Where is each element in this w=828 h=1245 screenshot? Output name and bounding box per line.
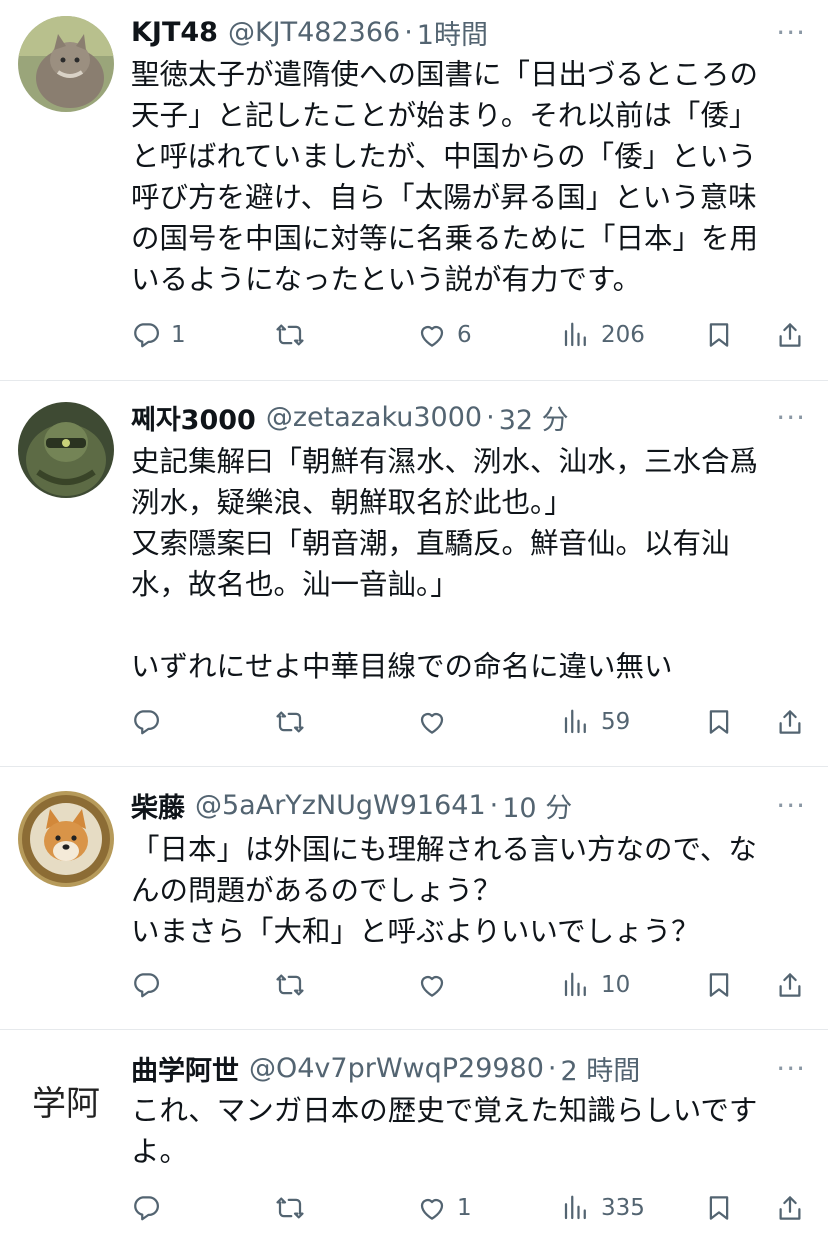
tweet-actions: 59 bbox=[0, 702, 828, 742]
repost-button[interactable] bbox=[275, 1188, 315, 1228]
share-icon bbox=[775, 1193, 805, 1223]
reply-button[interactable] bbox=[131, 965, 171, 1005]
timestamp[interactable]: 2 時間 bbox=[561, 1049, 641, 1088]
share-button[interactable] bbox=[775, 702, 805, 742]
repost-icon bbox=[275, 970, 305, 1000]
separator-dot: · bbox=[489, 789, 499, 821]
calligraphy-avatar[interactable]: 学阿 bbox=[18, 1052, 114, 1148]
display-name[interactable]: 쩨자3000 bbox=[131, 398, 256, 437]
reply-icon bbox=[131, 1193, 161, 1223]
view-count: 206 bbox=[601, 322, 645, 348]
tweet[interactable]: 学阿 曲学阿世 @O4v7prWwqP29980 · 2 時間 ··· これ、マ… bbox=[0, 1030, 828, 1245]
user-handle[interactable]: @5aArYzNUgW91641 bbox=[195, 790, 486, 821]
bookmark-icon bbox=[704, 1193, 734, 1223]
timestamp[interactable]: 32 分 bbox=[499, 398, 569, 437]
more-options-icon[interactable]: ··· bbox=[776, 399, 806, 435]
repost-icon bbox=[275, 1193, 305, 1223]
share-icon bbox=[775, 320, 805, 350]
heart-icon bbox=[417, 707, 447, 737]
tweet-text: 「日本」は外国にも理解される言い方なので、な んの問題があるのでしょう？ いまさ… bbox=[131, 833, 757, 948]
robot-avatar[interactable] bbox=[18, 402, 114, 498]
bookmark-icon bbox=[704, 970, 734, 1000]
repost-button[interactable] bbox=[275, 702, 315, 742]
heart-icon bbox=[417, 970, 447, 1000]
bar-chart-icon bbox=[561, 707, 591, 737]
repost-icon bbox=[275, 320, 305, 350]
like-button[interactable]: 1 bbox=[417, 1188, 472, 1228]
views-button[interactable]: 206 bbox=[561, 315, 645, 355]
heart-icon bbox=[417, 320, 447, 350]
bookmark-button[interactable] bbox=[704, 315, 734, 355]
repost-button[interactable] bbox=[275, 965, 315, 1005]
like-button[interactable] bbox=[417, 702, 457, 742]
reply-icon bbox=[131, 970, 161, 1000]
display-name[interactable]: 曲学阿世 bbox=[131, 1049, 239, 1088]
views-button[interactable]: 335 bbox=[561, 1188, 645, 1228]
tweet-text: これ、マンガ日本の歴史で覚えた知識らしいです よ。 bbox=[131, 1094, 758, 1168]
like-count: 6 bbox=[457, 322, 472, 348]
user-handle[interactable]: @KJT482366 bbox=[228, 17, 400, 48]
more-options-icon[interactable]: ··· bbox=[776, 1050, 806, 1086]
like-button[interactable] bbox=[417, 965, 457, 1005]
bar-chart-icon bbox=[561, 320, 591, 350]
reply-count: 1 bbox=[171, 322, 186, 348]
more-options-icon[interactable]: ··· bbox=[776, 787, 806, 823]
tweet-actions: 10 bbox=[0, 965, 828, 1005]
share-button[interactable] bbox=[775, 315, 805, 355]
bookmark-button[interactable] bbox=[704, 702, 734, 742]
reply-button[interactable] bbox=[131, 702, 171, 742]
bookmark-icon bbox=[704, 320, 734, 350]
cat-avatar[interactable] bbox=[18, 16, 114, 112]
view-count: 335 bbox=[601, 1195, 645, 1221]
tweet-text: 史記集解曰「朝鮮有濕水、洌水、汕水，三水合爲 洌水，疑樂浪、朝鮮取名於此也。」 … bbox=[131, 445, 759, 683]
display-name[interactable]: KJT48 bbox=[131, 17, 218, 48]
tweet-text: 聖徳太子が遣隋使への国書に「日出づるところの 天子」と記したことが始まり。それ以… bbox=[131, 58, 759, 296]
view-count: 10 bbox=[601, 972, 631, 998]
reply-button[interactable]: 1 bbox=[131, 315, 186, 355]
like-button[interactable]: 6 bbox=[417, 315, 472, 355]
share-button[interactable] bbox=[775, 965, 805, 1005]
user-handle[interactable]: @O4v7prWwqP29980 bbox=[249, 1053, 544, 1084]
display-name[interactable]: 柴藤 bbox=[131, 786, 185, 825]
timestamp[interactable]: 1時間 bbox=[417, 13, 488, 52]
bookmark-button[interactable] bbox=[704, 965, 734, 1005]
tweet[interactable]: 柴藤 @5aArYzNUgW91641 · 10 分 ··· 「日本」は外国にも… bbox=[0, 767, 828, 1029]
timestamp[interactable]: 10 分 bbox=[502, 786, 572, 825]
tweet-actions: 1 6 206 bbox=[0, 315, 828, 355]
views-button[interactable]: 59 bbox=[561, 702, 630, 742]
reply-icon bbox=[131, 707, 161, 737]
views-button[interactable]: 10 bbox=[561, 965, 630, 1005]
separator-dot: · bbox=[486, 401, 495, 433]
heart-icon bbox=[417, 1193, 447, 1223]
tweet[interactable]: KJT48 @KJT482366 · 1時間 ··· 聖徳太子が遣隋使への国書に… bbox=[0, 0, 828, 380]
bookmark-button[interactable] bbox=[704, 1188, 734, 1228]
bookmark-icon bbox=[704, 707, 734, 737]
bar-chart-icon bbox=[561, 1193, 591, 1223]
shiba-dog-avatar[interactable] bbox=[18, 791, 114, 887]
like-count: 1 bbox=[457, 1195, 472, 1221]
tweet-actions: 1 335 bbox=[0, 1188, 828, 1228]
separator-dot: · bbox=[404, 16, 413, 48]
user-handle[interactable]: @zetazaku3000 bbox=[266, 402, 482, 433]
share-icon bbox=[775, 970, 805, 1000]
repost-button[interactable] bbox=[275, 315, 315, 355]
more-options-icon[interactable]: ··· bbox=[776, 14, 806, 50]
reply-button[interactable] bbox=[131, 1188, 171, 1228]
share-button[interactable] bbox=[775, 1188, 805, 1228]
avatar-text: 学阿 bbox=[32, 1084, 100, 1124]
share-icon bbox=[775, 707, 805, 737]
separator-dot: · bbox=[547, 1052, 557, 1084]
repost-icon bbox=[275, 707, 305, 737]
tweet[interactable]: 쩨자3000 @zetazaku3000 · 32 分 ··· 史記集解曰「朝鮮… bbox=[0, 381, 828, 766]
reply-icon bbox=[131, 320, 161, 350]
bar-chart-icon bbox=[561, 970, 591, 1000]
view-count: 59 bbox=[601, 709, 631, 735]
